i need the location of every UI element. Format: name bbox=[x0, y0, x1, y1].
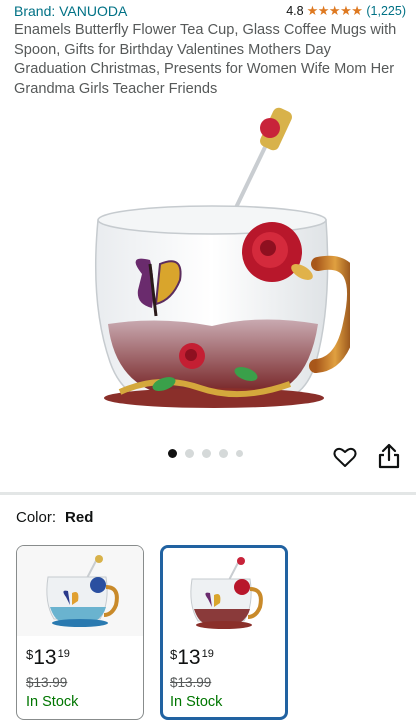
product-header: Brand: VANUODA 4.8 ★★★★★ (1,225) Enamels… bbox=[0, 0, 416, 494]
option-thumbnail bbox=[17, 546, 143, 636]
rating-value: 4.8 bbox=[286, 4, 304, 18]
price-whole: 13 bbox=[177, 646, 201, 669]
price-currency: $ bbox=[26, 647, 34, 662]
price-fraction: 19 bbox=[201, 648, 214, 660]
section-divider bbox=[0, 492, 416, 495]
image-carousel-dots[interactable] bbox=[168, 449, 243, 458]
add-to-list-button[interactable] bbox=[330, 442, 360, 472]
price-currency: $ bbox=[170, 647, 178, 662]
share-button[interactable] bbox=[374, 441, 404, 471]
color-label: Color: bbox=[16, 509, 57, 526]
heart-icon bbox=[333, 447, 357, 467]
option-thumbnail bbox=[163, 548, 285, 638]
rating-count-link[interactable]: (1,225) bbox=[366, 4, 406, 18]
carousel-dot[interactable] bbox=[219, 449, 228, 458]
brand-rating-row: Brand: VANUODA 4.8 ★★★★★ (1,225) bbox=[14, 2, 406, 20]
product-title: Enamels Butterfly Flower Tea Cup, Glass … bbox=[14, 22, 397, 97]
carousel-dot[interactable] bbox=[236, 450, 243, 457]
rating-summary[interactable]: 4.8 ★★★★★ (1,225) bbox=[286, 3, 406, 19]
variation-label-row: Color: Red bbox=[16, 509, 93, 526]
option-details: $13 19 $13.99 In Stock bbox=[170, 647, 281, 711]
brand-link[interactable]: Brand: VANUODA bbox=[14, 3, 127, 19]
price-whole: 13 bbox=[33, 646, 57, 669]
carousel-dot[interactable] bbox=[185, 449, 194, 458]
list-price: $13.99 bbox=[26, 675, 68, 690]
selected-color: Red bbox=[65, 509, 94, 526]
stock-status: In Stock bbox=[26, 694, 79, 710]
price-fraction: 19 bbox=[57, 648, 70, 660]
star-rating-icon: ★★★★★ bbox=[306, 3, 363, 18]
option-details: $13 19 $13.99 In Stock bbox=[26, 647, 139, 711]
option-price: $13 19 bbox=[170, 647, 281, 669]
list-price: $13.99 bbox=[170, 675, 212, 690]
share-icon bbox=[378, 443, 400, 469]
color-option-blue[interactable]: $13 19 $13.99 In Stock bbox=[16, 545, 144, 720]
stock-status: In Stock bbox=[170, 694, 223, 710]
carousel-dot[interactable] bbox=[202, 449, 211, 458]
color-option-red[interactable]: $13 19 $13.99 In Stock bbox=[160, 545, 288, 720]
option-price: $13 19 bbox=[26, 647, 139, 669]
product-image[interactable] bbox=[80, 104, 350, 414]
carousel-dot[interactable] bbox=[168, 449, 177, 458]
